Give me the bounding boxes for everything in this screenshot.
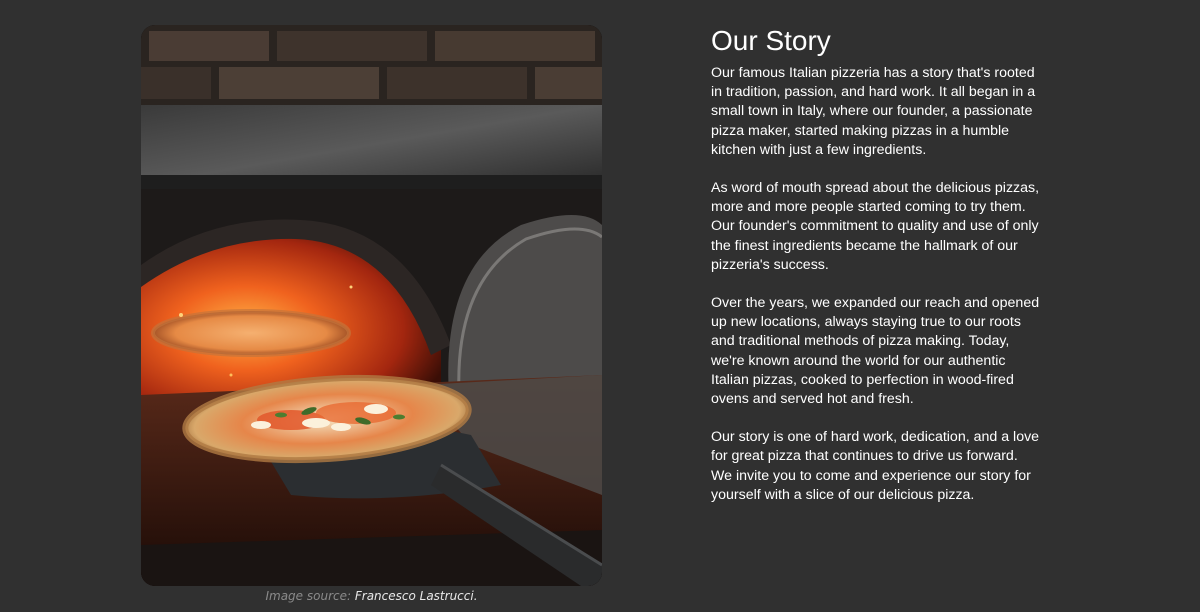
image-credit-name: Francesco Lastrucci.: [354, 589, 478, 603]
image-source-caption: Image source: Francesco Lastrucci.: [141, 589, 602, 603]
story-paragraph: As word of mouth spread about the delici…: [711, 180, 1040, 273]
story-text-block: Our Story Our famous Italian pizzeria ha…: [711, 24, 1041, 524]
story-paragraph: Our story is one of hard work, dedicatio…: [711, 429, 1040, 503]
story-paragraph: Over the years, we expanded our reach an…: [711, 295, 1040, 408]
our-story-section: Image source: Francesco Lastrucci. Our S…: [0, 0, 1200, 612]
story-paragraph: Our famous Italian pizzeria has a story …: [711, 65, 1036, 158]
pizza-oven-photo: [141, 25, 602, 586]
section-title: Our Story: [711, 25, 831, 56]
image-source-label: Image source:: [265, 589, 352, 603]
